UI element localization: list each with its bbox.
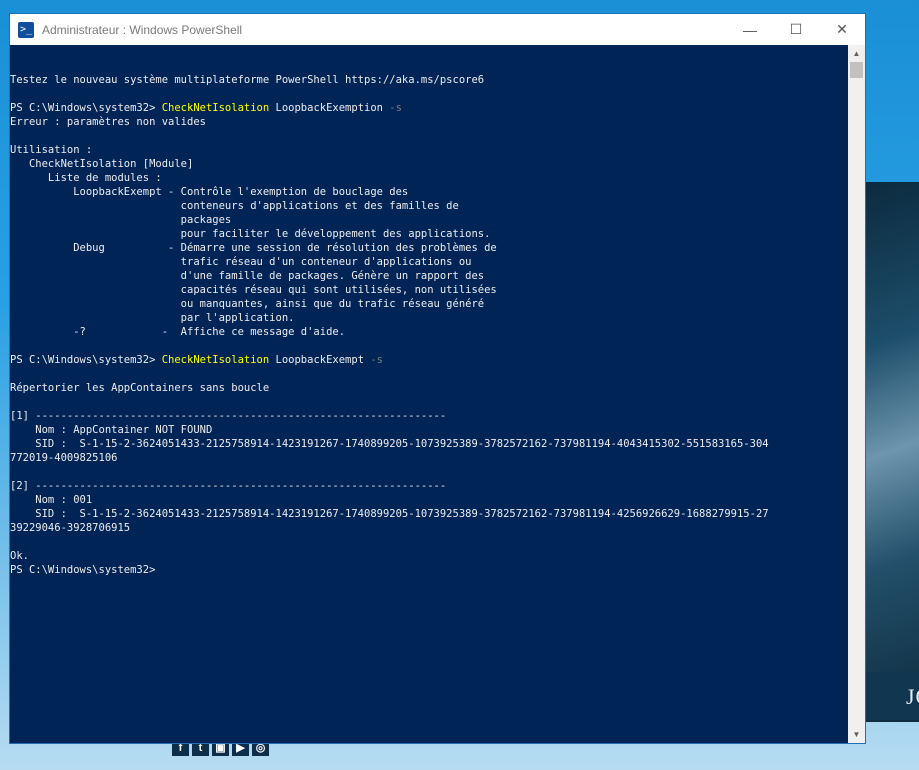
scroll-thumb[interactable] (850, 62, 863, 78)
console-line: SID : S-1-15-2-3624051433-2125758914-142… (10, 438, 769, 450)
console-text: Testez le nouveau système multiplateform… (10, 45, 849, 577)
console-line: [1] ------------------------------------… (10, 410, 447, 422)
console-line: [2] ------------------------------------… (10, 480, 447, 492)
console-line: ou manquantes, ainsi que du trafic résea… (10, 298, 485, 310)
console-line: LoopbackExempt - Contrôle l'exemption de… (10, 186, 409, 198)
console-parameter: -s (370, 354, 383, 366)
console-line: packages (10, 214, 232, 226)
scroll-down-icon[interactable]: ▼ (848, 726, 865, 743)
window-title: Administrateur : Windows PowerShell (42, 22, 243, 37)
console-line: PS C:\Windows\system32> (10, 564, 156, 576)
console-parameter: -s (389, 102, 402, 114)
console-line: trafic réseau d'un conteneur d'applicati… (10, 256, 472, 268)
console-line: Ok. (10, 550, 29, 562)
console-line: 772019-4009825106 (10, 452, 118, 464)
console-argument: LoopbackExempt (269, 354, 371, 366)
title-bar[interactable]: >_ Administrateur : Windows PowerShell —… (10, 14, 865, 45)
console-command: CheckNetIsolation (161, 102, 270, 114)
minimize-button[interactable]: — (727, 14, 773, 45)
console-line: pour faciliter le développement des appl… (10, 228, 491, 240)
console-line: Utilisation : (10, 144, 93, 156)
console-line: d'une famille de packages. Génère un rap… (10, 270, 485, 282)
console-line: par l'application. (10, 312, 295, 324)
console-output[interactable]: Testez le nouveau système multiplateform… (10, 45, 849, 743)
console-line: Testez le nouveau système multiplateform… (10, 74, 485, 86)
console-line: CheckNetIsolation [Module] (10, 158, 194, 170)
vertical-scrollbar[interactable]: ▲ ▼ (848, 45, 865, 743)
console-line: conteneurs d'applications et des famille… (10, 200, 459, 212)
console-line: 39229046-3928706915 (10, 522, 131, 534)
console-command: CheckNetIsolation (161, 354, 270, 366)
console-command-line: PS C:\Windows\system32> CheckNetIsolatio… (10, 353, 849, 367)
desktop-wallpaper-art (860, 182, 919, 722)
powershell-window: >_ Administrateur : Windows PowerShell —… (9, 13, 866, 744)
console-command-line: PS C:\Windows\system32> CheckNetIsolatio… (10, 101, 849, 115)
console-line: capacités réseau qui sont utilisées, non… (10, 284, 497, 296)
desktop-wallpaper-text: JO (906, 684, 919, 709)
console-line: Répertorier les AppContainers sans boucl… (10, 382, 270, 394)
console-line: Debug - Démarre une session de résolutio… (10, 242, 497, 254)
console-prompt: PS C:\Windows\system32> (10, 354, 162, 366)
scroll-up-icon[interactable]: ▲ (848, 45, 865, 62)
maximize-button[interactable]: ☐ (773, 14, 819, 45)
console-argument: LoopbackExemption (269, 102, 390, 114)
console-prompt: PS C:\Windows\system32> (10, 102, 162, 114)
powershell-icon[interactable]: >_ (18, 21, 34, 38)
close-button[interactable]: ✕ (819, 14, 865, 45)
console-line: Nom : AppContainer NOT FOUND (10, 424, 213, 436)
console-line: -? - Affiche ce message d'aide. (10, 326, 346, 338)
console-line: Erreur : paramètres non valides (10, 116, 206, 128)
console-line: SID : S-1-15-2-3624051433-2125758914-142… (10, 508, 769, 520)
console-line: Liste de modules : (10, 172, 162, 184)
console-line: Nom : 001 (10, 494, 93, 506)
